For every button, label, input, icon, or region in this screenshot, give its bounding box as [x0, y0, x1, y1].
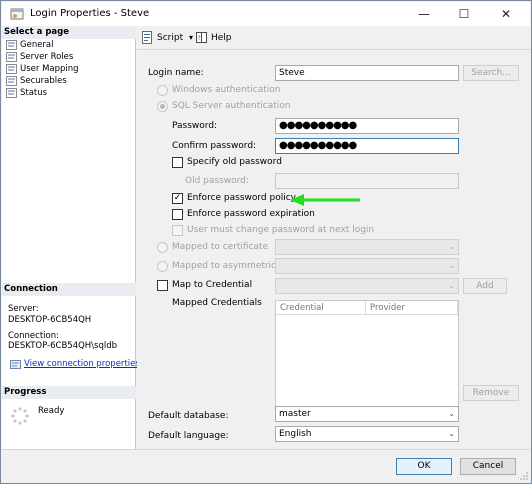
default-database-label: Default database: [148, 411, 229, 421]
remove-credential-button[interactable]: Remove [463, 385, 519, 401]
page-item-server-roles[interactable]: Server Roles [4, 51, 73, 63]
sql-auth-label: SQL Server authentication [172, 101, 291, 111]
confirm-password-field[interactable]: ●●●●●●●●●● [275, 138, 459, 154]
connection-properties-icon [10, 359, 21, 370]
help-book-icon: ? [195, 31, 208, 44]
maximize-button[interactable]: ☐ [444, 4, 484, 24]
window-title: Login Properties - Steve [30, 8, 150, 19]
chevron-down-icon: ⌄ [448, 242, 455, 251]
page-item-user-mapping[interactable]: User Mapping [4, 63, 79, 75]
login-name-label: Login name: [148, 68, 204, 78]
connection-header: Connection [2, 283, 136, 296]
svg-text:?: ? [198, 35, 201, 42]
default-database-select[interactable]: master ⌄ [275, 406, 459, 422]
login-name-field[interactable]: Steve [275, 65, 459, 81]
must-change-password-label: User must change password at next login [187, 225, 375, 235]
left-pane: Select a page General Server Roles User … [2, 26, 140, 449]
must-change-password-checkbox[interactable] [172, 225, 183, 236]
toolbar: Script ▾ ? Help [137, 26, 531, 50]
asymmetric-key-select[interactable]: ⌄ [275, 258, 459, 274]
confirm-password-label: Confirm password: [172, 141, 257, 151]
login-properties-icon [10, 7, 24, 21]
page-item-status[interactable]: Status [4, 87, 47, 99]
progress-spinner-icon [10, 406, 30, 426]
enforce-password-policy-checkbox[interactable]: ✓ [172, 193, 183, 204]
default-language-select[interactable]: English ⌄ [275, 426, 459, 442]
old-password-label: Old password: [185, 176, 249, 186]
default-language-label: Default language: [148, 431, 229, 441]
page-icon [6, 88, 17, 98]
chevron-down-icon: ⌄ [448, 409, 455, 418]
help-label: Help [211, 33, 232, 43]
connection-value: DESKTOP-6CB54QH\sqldb [8, 341, 118, 351]
add-credential-button[interactable]: Add [463, 278, 507, 294]
annotation-arrow-icon [290, 194, 360, 206]
login-properties-window: Login Properties - Steve — ☐ ✕ Select a … [0, 0, 532, 484]
default-language-value: English [279, 429, 312, 439]
default-database-value: master [279, 409, 311, 419]
mapped-credentials-label: Mapped Credentials [172, 298, 262, 308]
page-icon [6, 52, 17, 62]
mapped-certificate-radio[interactable] [157, 242, 168, 253]
page-item-label: Server Roles [20, 52, 74, 62]
chevron-down-icon: ⌄ [448, 429, 455, 438]
page-icon [6, 40, 17, 50]
right-pane: Script ▾ ? Help Login name: Steve Search… [137, 26, 531, 449]
grid-header-credential[interactable]: Credential [276, 301, 366, 315]
cancel-button[interactable]: Cancel [460, 458, 516, 475]
minimize-button[interactable]: — [404, 4, 444, 24]
mapped-credentials-grid[interactable]: Credential Provider [275, 300, 459, 408]
server-value: DESKTOP-6CB54QH [8, 315, 92, 325]
close-button[interactable]: ✕ [486, 4, 526, 24]
script-icon [141, 31, 154, 44]
enforce-password-expiration-checkbox[interactable] [172, 209, 183, 220]
specify-old-password-label: Specify old password [187, 157, 282, 167]
certificate-select[interactable]: ⌄ [275, 239, 459, 255]
map-to-credential-label: Map to Credential [172, 280, 253, 290]
script-label: Script [157, 33, 184, 43]
dialog-footer: OK Cancel [2, 449, 530, 483]
page-item-label: User Mapping [20, 64, 79, 74]
enforce-password-policy-label: Enforce password policy [187, 193, 296, 203]
windows-auth-radio[interactable] [157, 85, 168, 96]
page-item-label: Securables [20, 76, 67, 86]
chevron-down-icon: ⌄ [448, 261, 455, 270]
help-button[interactable]: ? Help [195, 30, 232, 46]
enforce-password-expiration-label: Enforce password expiration [187, 209, 315, 219]
map-to-credential-checkbox[interactable] [157, 280, 168, 291]
old-password-field[interactable] [275, 173, 459, 189]
progress-header: Progress [2, 386, 136, 399]
resize-grip-icon[interactable] [520, 472, 528, 480]
script-button[interactable]: Script ▾ [141, 30, 193, 46]
server-label: Server: [8, 304, 39, 314]
password-field[interactable]: ●●●●●●●●●● [275, 118, 459, 134]
script-dropdown-icon[interactable]: ▾ [189, 33, 193, 42]
page-item-general[interactable]: General [4, 39, 54, 51]
connection-label: Connection: [8, 331, 59, 341]
view-connection-properties-link[interactable]: View connection properties [24, 359, 140, 369]
page-item-securables[interactable]: Securables [4, 75, 67, 87]
page-item-label: General [20, 40, 54, 50]
page-item-label: Status [20, 88, 48, 98]
progress-status: Ready [38, 406, 65, 416]
grid-header-provider[interactable]: Provider [366, 301, 458, 315]
title-bar: Login Properties - Steve — ☐ ✕ [2, 2, 530, 26]
specify-old-password-checkbox[interactable] [172, 157, 183, 168]
ok-button[interactable]: OK [396, 458, 452, 475]
search-button[interactable]: Search... [463, 65, 519, 81]
chevron-down-icon: ⌄ [448, 281, 455, 290]
mapped-asymmetric-key-radio[interactable] [157, 261, 168, 272]
mapped-certificate-label: Mapped to certificate [172, 242, 269, 252]
select-page-header: Select a page [2, 26, 136, 39]
page-icon [6, 76, 17, 86]
password-label: Password: [172, 121, 218, 131]
sql-auth-radio[interactable] [157, 101, 168, 112]
windows-auth-label: Windows authentication [172, 85, 281, 95]
credential-select[interactable]: ⌄ [275, 278, 459, 294]
page-icon [6, 64, 17, 74]
